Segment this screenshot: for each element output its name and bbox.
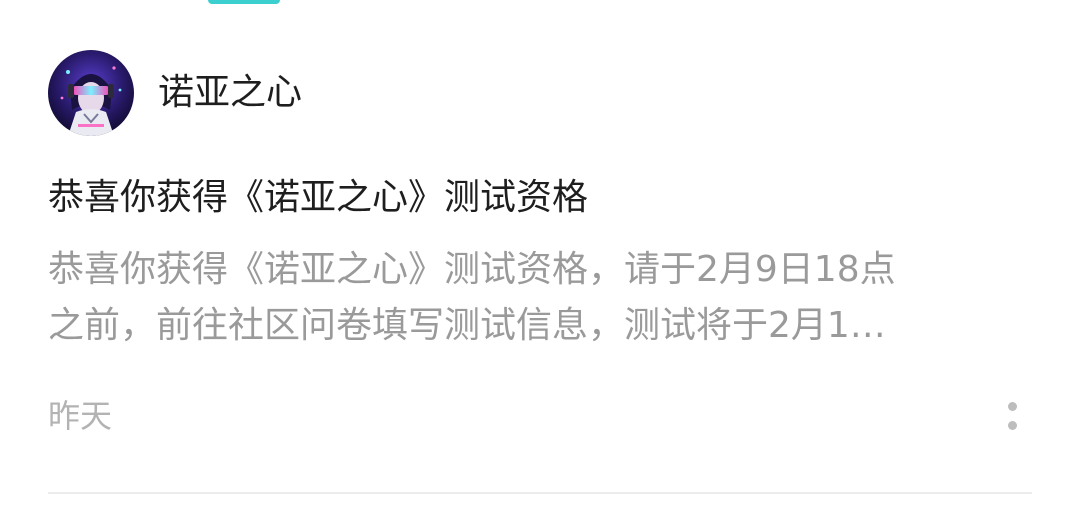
preview-line-2: 之前，前往社区问卷填写测试信息，测试将于2月1…: [48, 305, 886, 346]
more-options-button[interactable]: [1000, 396, 1024, 436]
divider: [48, 492, 1032, 494]
card-header: 诺亚之心: [48, 50, 302, 136]
notification-page: 诺亚之心 恭喜你获得《诺亚之心》测试资格 恭喜你获得《诺亚之心》测试资格，请于2…: [0, 0, 1080, 532]
more-vertical-icon: [1007, 402, 1017, 411]
avatar[interactable]: [48, 50, 134, 136]
author-name[interactable]: 诺亚之心: [158, 75, 302, 111]
post-preview: 恭喜你获得《诺亚之心》测试资格，请于2月9日18点 之前，前往社区问卷填写测试信…: [48, 242, 1032, 354]
tab-indicator: [208, 0, 280, 4]
post-time: 昨天: [48, 397, 113, 435]
notification-card[interactable]: 诺亚之心 恭喜你获得《诺亚之心》测试资格 恭喜你获得《诺亚之心》测试资格，请于2…: [48, 50, 1032, 494]
cyberpunk-character-avatar-icon: [48, 50, 134, 136]
preview-line-1: 恭喜你获得《诺亚之心》测试资格，请于2月9日18点: [48, 249, 896, 290]
post-title: 恭喜你获得《诺亚之心》测试资格: [48, 177, 589, 218]
more-vertical-icon-dot: [1007, 421, 1017, 430]
